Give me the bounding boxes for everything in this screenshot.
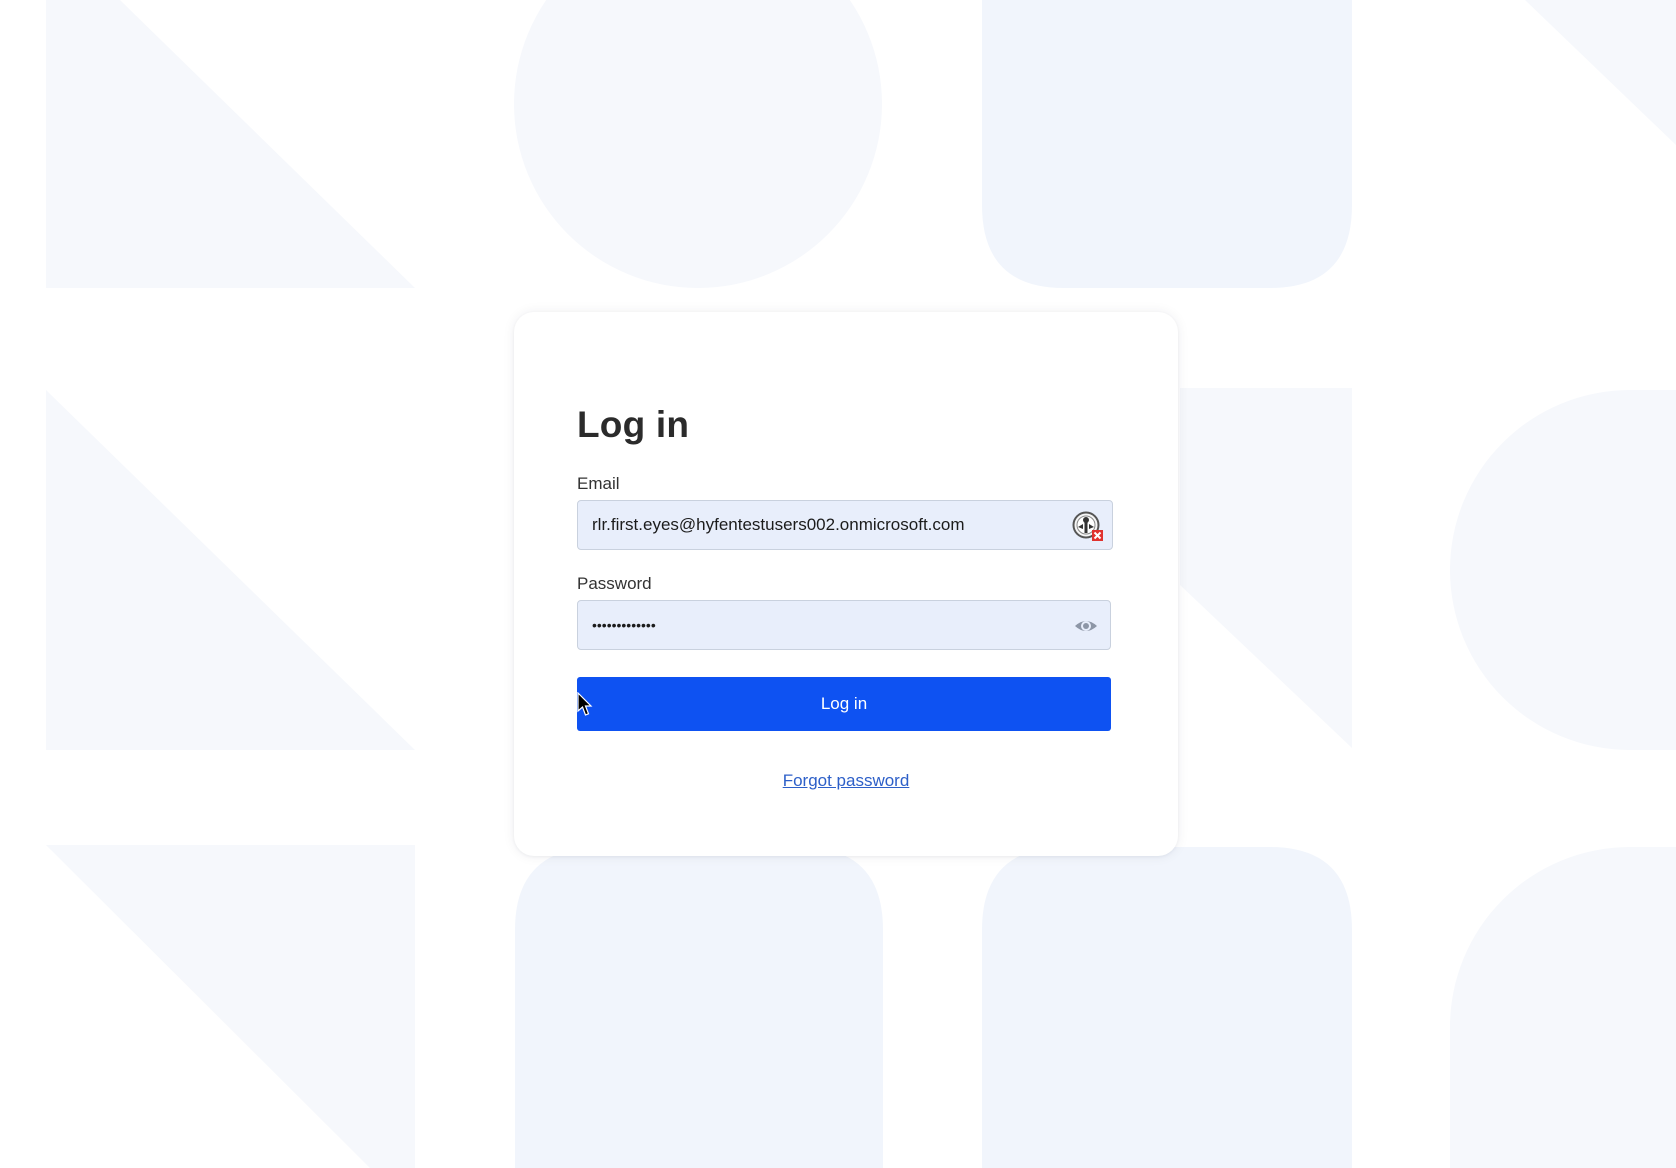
page-title: Log in	[577, 404, 690, 445]
email-field[interactable]	[592, 501, 1062, 549]
forgot-password-link[interactable]: Forgot password	[783, 771, 910, 790]
eye-icon[interactable]	[1074, 615, 1098, 637]
mouse-cursor-icon	[577, 692, 593, 716]
email-label: Email	[577, 474, 620, 493]
login-card: Log in Email Password Log in Forgot pass…	[514, 312, 1178, 856]
password-label: Password	[577, 574, 652, 593]
password-field-wrapper	[577, 600, 1111, 650]
password-field[interactable]	[592, 601, 1062, 649]
login-button[interactable]: Log in	[577, 677, 1111, 731]
email-field-wrapper	[577, 500, 1113, 550]
password-manager-extension-icon[interactable]	[1072, 510, 1104, 542]
forgot-password-container: Forgot password	[514, 771, 1178, 791]
